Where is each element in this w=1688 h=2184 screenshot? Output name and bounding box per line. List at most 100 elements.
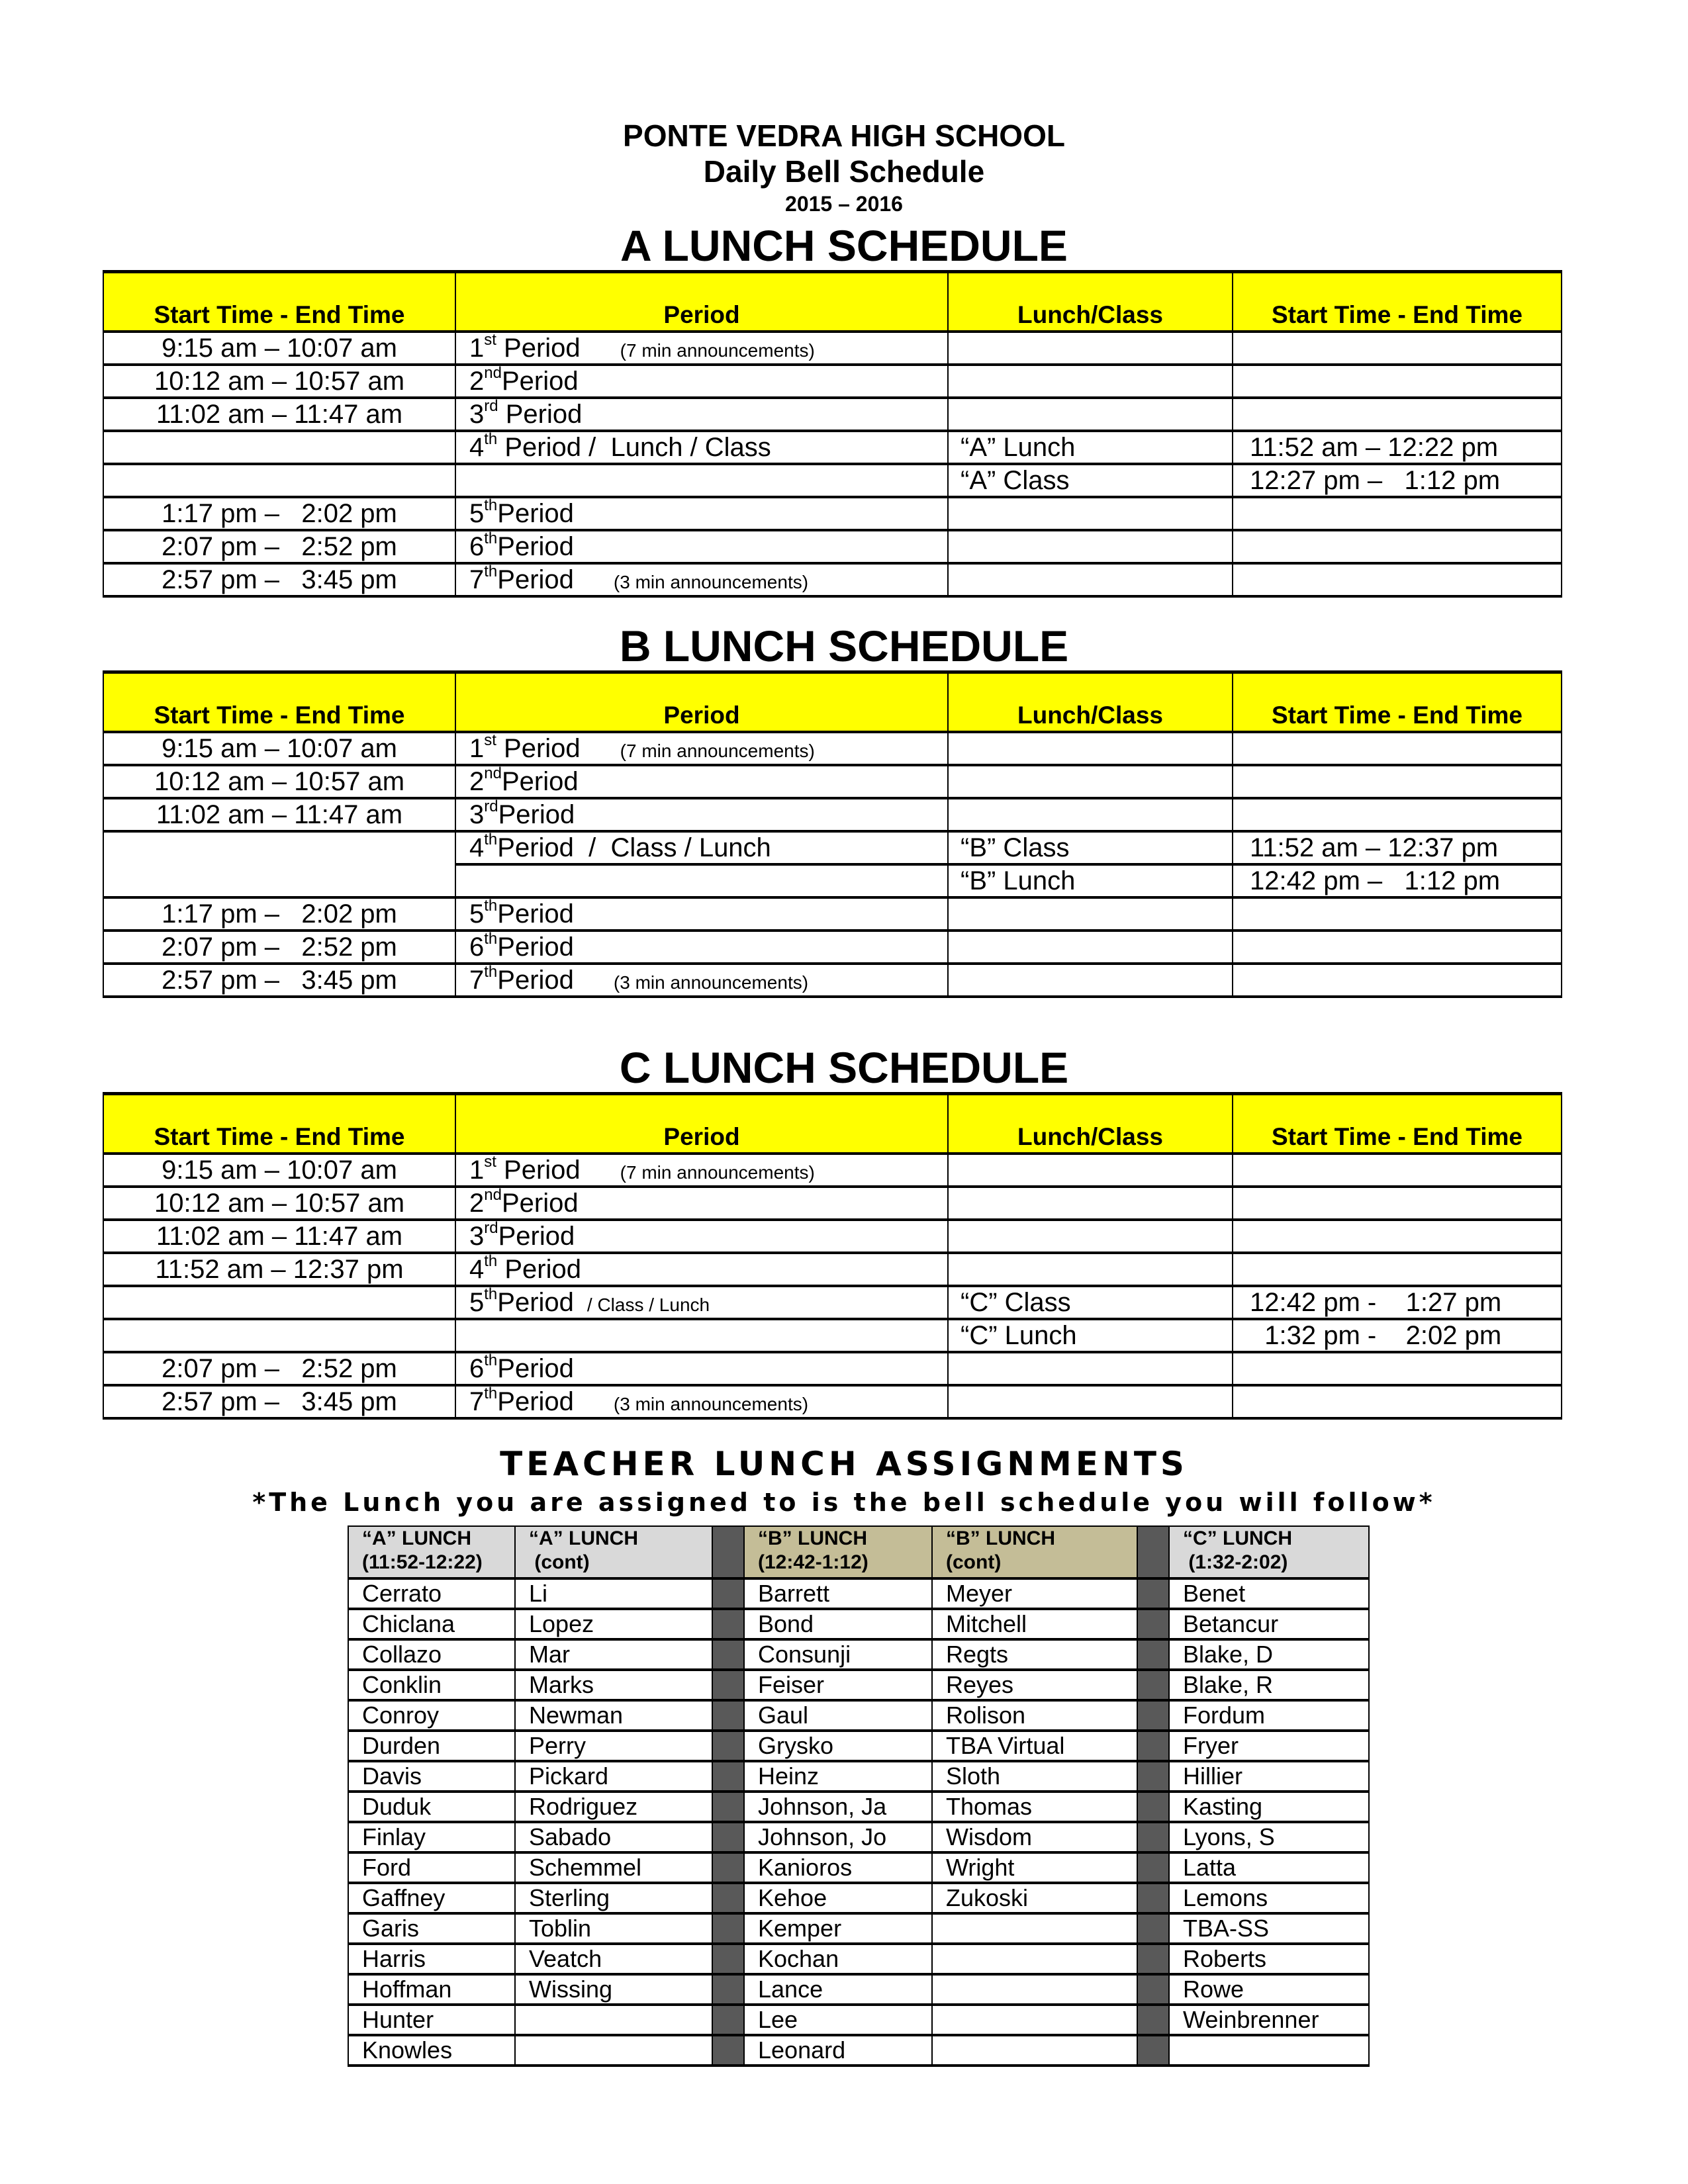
period-label: Period [497, 1354, 574, 1383]
teacher-name [931, 2004, 1138, 2036]
header-line1: “B” LUNCH [946, 1527, 1055, 1549]
document-subtitle: Daily Bell Schedule [703, 154, 985, 189]
teacher-name: Duduk [348, 1791, 516, 1823]
teacher-name: Knowles [348, 2034, 516, 2067]
period-number: 5 [469, 499, 485, 528]
teacher-name: Perry [514, 1730, 713, 1762]
teacher-name: Garis [348, 1913, 516, 1945]
period-number: 5 [469, 1288, 485, 1317]
column-header: Period [455, 270, 949, 333]
teacher-row: Conklin Marks Feiser Reyes Blake, R [348, 1669, 1370, 1702]
column-header: Start Time - End Time [103, 270, 456, 333]
lunch-class [947, 1219, 1233, 1254]
start-end-time: 9:15 am – 10:07 am [103, 1153, 456, 1188]
period-label: Period [498, 400, 583, 429]
period-cell: 3rdPeriod [455, 797, 949, 833]
teacher-name: Thomas [931, 1791, 1138, 1823]
lunch-time [1232, 1153, 1562, 1188]
column-separator [1137, 2034, 1170, 2067]
period-number: 1 [469, 734, 485, 763]
teacher-name: Gaffney [348, 1882, 516, 1915]
schedule-row: 10:12 am – 10:57 am 2ndPeriod [103, 364, 1562, 399]
schedule-row: 9:15 am – 10:07 am 1st Period (7 min annou… [103, 331, 1562, 366]
column-separator [712, 2034, 745, 2067]
schedule-row: 9:15 am – 10:07 am 1st Period (7 min annou… [103, 1153, 1562, 1188]
period-note: / Class / Lunch [586, 1295, 710, 1315]
lunch-class [947, 764, 1233, 799]
teacher-name: Latta [1168, 1852, 1370, 1884]
lunch-time [1232, 764, 1562, 799]
teacher-row: Hunter Lee Weinbrenner [348, 2004, 1370, 2036]
column-separator [1137, 1730, 1170, 1762]
c-lunch-table: Start Time - End Time Period Lunch/Class St… [103, 1092, 1562, 1420]
header-line2: (12:42-1:12) [758, 1551, 868, 1573]
schedule-row: 2:57 pm – 3:45 pm 7thPeriod (3 min announc… [103, 1385, 1562, 1420]
start-end-time: 2:57 pm – 3:45 pm [103, 563, 456, 598]
column-separator [1137, 1913, 1170, 1945]
column-separator [1137, 1578, 1170, 1610]
lunch-time [1232, 797, 1562, 833]
column-separator [1137, 1791, 1170, 1823]
column-header: Period [455, 1092, 949, 1155]
period-label: Period [497, 933, 574, 962]
teacher-name: Zukoski [931, 1882, 1138, 1915]
start-end-time: 11:02 am – 11:47 am [103, 397, 456, 432]
column-separator [712, 1700, 745, 1732]
start-end-time: 2:57 pm – 3:45 pm [103, 1385, 456, 1420]
lunch-time [1232, 930, 1562, 965]
teacher-name: Hunter [348, 2004, 516, 2036]
period-suffix: nd [484, 364, 502, 382]
period-number: 4 [469, 1255, 485, 1284]
period-suffix: rd [484, 1219, 498, 1237]
period-number: 3 [469, 800, 485, 829]
period-label: Period [497, 1255, 582, 1284]
teacher-name: Veatch [514, 1943, 713, 1976]
period-number: 6 [469, 1354, 485, 1383]
schedule-row: 2:07 pm – 2:52 pm 6thPeriod [103, 1351, 1562, 1387]
column-separator [1137, 1608, 1170, 1641]
period-cell: 4thPeriod / Class / Lunch [455, 831, 949, 866]
period-cell: 1st Period (7 min announcements) [455, 331, 949, 366]
header-line1: “A” LUNCH [362, 1527, 471, 1549]
teacher-name: TBA-SS [1168, 1913, 1370, 1945]
period-label: Period [501, 367, 579, 396]
teacher-row: Davis Pickard Heinz Sloth Hillier [348, 1760, 1370, 1793]
teacher-row: Durden Perry Grysko TBA Virtual Fryer [348, 1730, 1370, 1762]
period-number: 7 [469, 1387, 485, 1416]
teacher-name: Kasting [1168, 1791, 1370, 1823]
start-end-time: 9:15 am – 10:07 am [103, 331, 456, 366]
period-suffix: th [484, 897, 498, 915]
teacher-name: Heinz [743, 1760, 933, 1793]
column-header: Start Time - End Time [103, 670, 456, 733]
header-row: Start Time - End Time Period Lunch/Class St… [103, 1092, 1562, 1155]
teacher-name: Leonard [743, 2034, 933, 2067]
teacher-name: Betancur [1168, 1608, 1370, 1641]
column-header: Period [455, 670, 949, 733]
teacher-lunch-note: *The Lunch you are assigned to is the be… [252, 1488, 1436, 1517]
teacher-name: Newman [514, 1700, 713, 1732]
start-end-time [103, 463, 456, 498]
period-cell: 4th Period [455, 1252, 949, 1287]
period-cell: 7thPeriod (3 min announcements) [455, 563, 949, 598]
teacher-lunch-title: TEACHER LUNCH ASSIGNMENTS [500, 1445, 1188, 1483]
teacher-name: Cerrato [348, 1578, 516, 1610]
teacher-name: Blake, R [1168, 1669, 1370, 1702]
teacher-name: Li [514, 1578, 713, 1610]
teacher-name: Regts [931, 1639, 1138, 1671]
start-end-time: 11:52 am – 12:37 pm [103, 1252, 456, 1287]
period-number: 3 [469, 1222, 485, 1251]
column-header: Start Time - End Time [1232, 270, 1562, 333]
period-cell: 1st Period (7 min announcements) [455, 1153, 949, 1188]
column-separator [712, 1943, 745, 1976]
column-separator [1137, 1525, 1170, 1580]
teacher-row: Harris Veatch Kochan Roberts [348, 1943, 1370, 1976]
teacher-name: Gaul [743, 1700, 933, 1732]
period-suffix: th [484, 831, 498, 848]
lunch-time [1232, 963, 1562, 998]
teacher-name: Weinbrenner [1168, 2004, 1370, 2036]
column-separator [712, 1639, 745, 1671]
schedule-row: 4thPeriod / Class / Lunch “B” Class 11:52 … [103, 831, 1562, 899]
period-cell: 4th Period / Lunch / Class [455, 430, 949, 465]
start-end-time [103, 1318, 456, 1353]
teacher-name: Hoffman [348, 1974, 516, 2006]
